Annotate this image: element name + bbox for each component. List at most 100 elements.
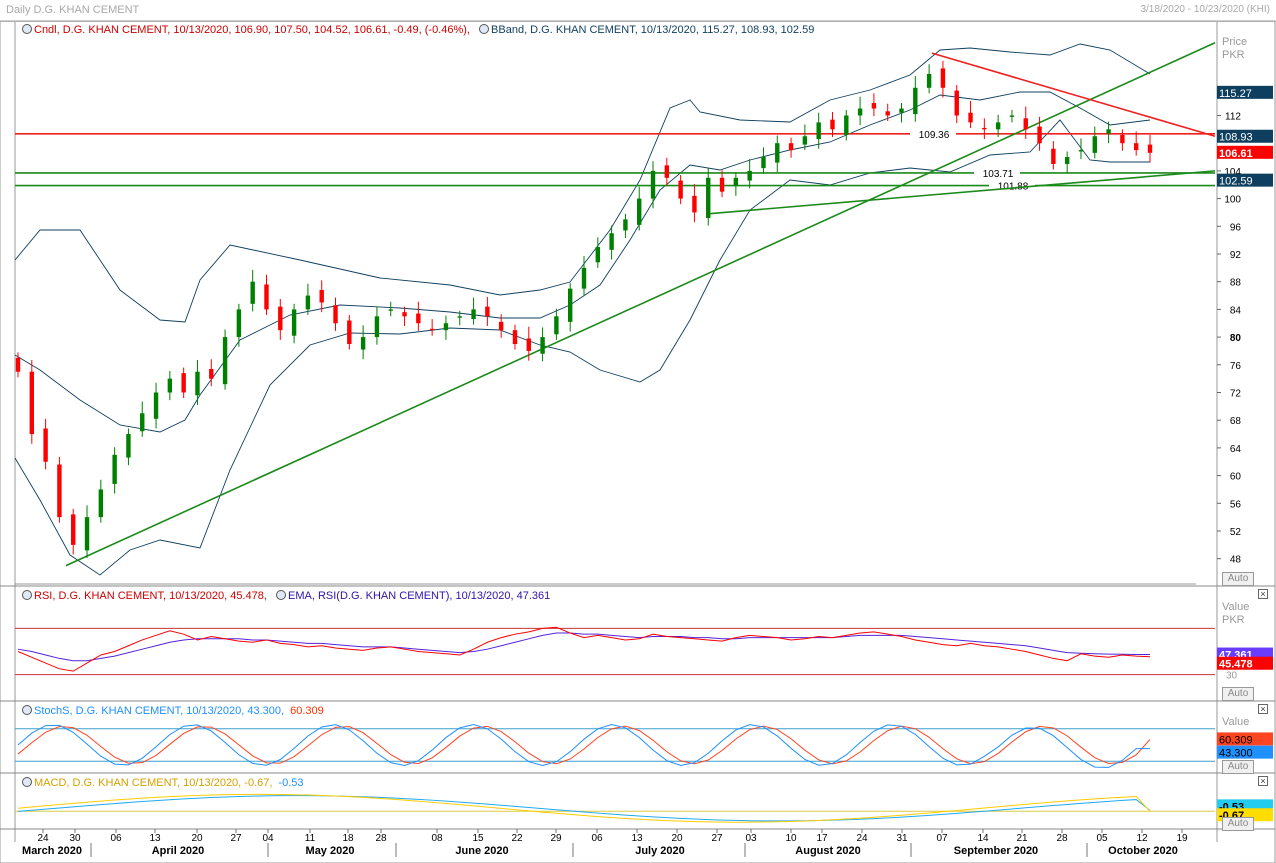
price-badge: 108.93 <box>1219 132 1253 144</box>
x-day-label: 14 <box>977 833 989 844</box>
price-auto-button[interactable]: Auto <box>1222 572 1254 586</box>
x-day-label: 27 <box>230 833 242 844</box>
candle-body <box>347 320 352 345</box>
candle-body <box>1133 143 1139 151</box>
x-day-label: 12 <box>1136 833 1148 844</box>
x-day-label: 07 <box>936 833 948 844</box>
x-month-label: May 2020 <box>306 845 355 857</box>
macd-dot-icon[interactable] <box>22 777 32 787</box>
x-day-label: 20 <box>671 833 683 844</box>
candle-body <box>402 312 407 317</box>
x-day-label: 06 <box>110 833 122 844</box>
candle-body <box>540 337 545 354</box>
price-legend: Cndl, D.G. KHAN CEMENT, 10/13/2020, 106.… <box>22 24 820 36</box>
rsi-auto-button[interactable]: Auto <box>1222 687 1254 701</box>
ema-legend-text: EMA, RSI(D.G. KHAN CEMENT), 10/13/2020, … <box>288 590 551 602</box>
x-day-label: 29 <box>550 833 562 844</box>
x-month-label: April 2020 <box>152 845 205 857</box>
stoch-d-legend-text: 60.309 <box>290 705 324 717</box>
x-day-label: 17 <box>816 833 828 844</box>
price-badge: 115.27 <box>1219 88 1252 100</box>
candle-body <box>1009 115 1015 117</box>
price-tick-label: 92 <box>1230 250 1242 261</box>
down-trendline <box>931 52 1216 138</box>
candle-body <box>457 316 462 318</box>
x-day-label: 11 <box>305 833 316 844</box>
candle-body <box>747 170 752 181</box>
candle-body <box>319 289 324 303</box>
candle-body <box>678 180 683 199</box>
candle-body <box>29 371 35 435</box>
stoch-auto-button[interactable]: Auto <box>1222 760 1254 774</box>
candle-body <box>388 309 393 311</box>
x-day-label: 13 <box>149 833 161 844</box>
candle-body <box>830 119 835 130</box>
candle-body <box>567 288 573 322</box>
candle-body <box>1023 118 1028 130</box>
stoch-legend-text: StochS, D.G. KHAN CEMENT, 10/13/2020, 43… <box>34 705 285 717</box>
macd-auto-button[interactable]: Auto <box>1222 817 1254 831</box>
rsi-dot-icon[interactable] <box>22 590 32 600</box>
x-month-label: March 2020 <box>22 845 82 857</box>
x-day-label: 28 <box>1056 833 1068 844</box>
price-tick-label: 68 <box>1230 416 1242 427</box>
stoch-dot-icon[interactable] <box>22 705 32 715</box>
x-day-label: 13 <box>631 833 643 844</box>
candle-body <box>360 337 366 350</box>
chart-canvas[interactable]: 48525660646872768084889296100104112109.3… <box>0 0 1276 863</box>
macd-signal-legend-text: -0.53 <box>278 777 304 789</box>
candle-body <box>1051 148 1056 164</box>
rsi-caption-line2: PKR <box>1222 614 1245 626</box>
candle-body <box>968 112 973 123</box>
stoch-close-button[interactable]: × <box>1258 704 1268 714</box>
rsi-close-button[interactable]: × <box>1258 589 1268 599</box>
price-tick-label: 64 <box>1230 444 1242 455</box>
candle-body <box>637 198 642 225</box>
macd-legend-text: MACD, D.G. KHAN CEMENT, 10/13/2020, -0.6… <box>34 777 273 789</box>
rsi-level-label: 30 <box>1226 671 1238 682</box>
level-label: 109.36 <box>919 130 950 141</box>
x-day-label: 24 <box>856 833 868 844</box>
candle-body <box>802 136 808 145</box>
price-tick-label: 112 <box>1225 111 1241 122</box>
candle-body <box>940 68 946 88</box>
x-day-label: 08 <box>431 833 443 844</box>
bband-dot-icon[interactable] <box>479 24 490 34</box>
candle-body <box>71 514 76 545</box>
price-tick-label: 84 <box>1230 305 1242 316</box>
candle-body <box>126 434 131 458</box>
cndl-dot-icon[interactable] <box>22 24 32 34</box>
candle-body <box>485 306 490 317</box>
price-tick-label: 88 <box>1230 278 1242 289</box>
candle-body <box>1106 129 1111 134</box>
x-month-label: October 2020 <box>1108 845 1178 857</box>
candle-body <box>595 247 601 263</box>
candle-body <box>278 306 283 331</box>
price-tick-label: 96 <box>1230 222 1242 233</box>
stoch-caption-line1: Value <box>1222 716 1250 728</box>
rsi-caption-line1: Value <box>1222 601 1250 613</box>
x-day-label: 19 <box>1176 833 1188 844</box>
price-badge: 106.61 <box>1219 148 1253 160</box>
candle-body <box>98 489 104 518</box>
candle-body <box>153 392 159 419</box>
candle-body <box>264 284 269 310</box>
x-day-label: 28 <box>375 833 387 844</box>
x-day-label: 31 <box>896 833 908 844</box>
candle-body <box>761 157 766 169</box>
candle-body <box>140 413 145 432</box>
ema-dot-icon[interactable] <box>276 590 287 600</box>
x-day-label: 03 <box>745 833 757 844</box>
candle-body <box>857 108 863 116</box>
candle-body <box>1037 126 1042 144</box>
macd-close-button[interactable]: × <box>1258 776 1268 786</box>
stoch-axis-caption: Value <box>1222 716 1249 729</box>
candle-body <box>1092 136 1097 153</box>
candle-body <box>443 323 449 331</box>
price-tick-label: 56 <box>1230 499 1242 510</box>
candle-body <box>1147 144 1153 153</box>
candle-body <box>43 428 48 462</box>
price-tick-label: 100 <box>1224 195 1241 206</box>
candle-body <box>871 103 877 109</box>
candle-body <box>706 177 711 218</box>
